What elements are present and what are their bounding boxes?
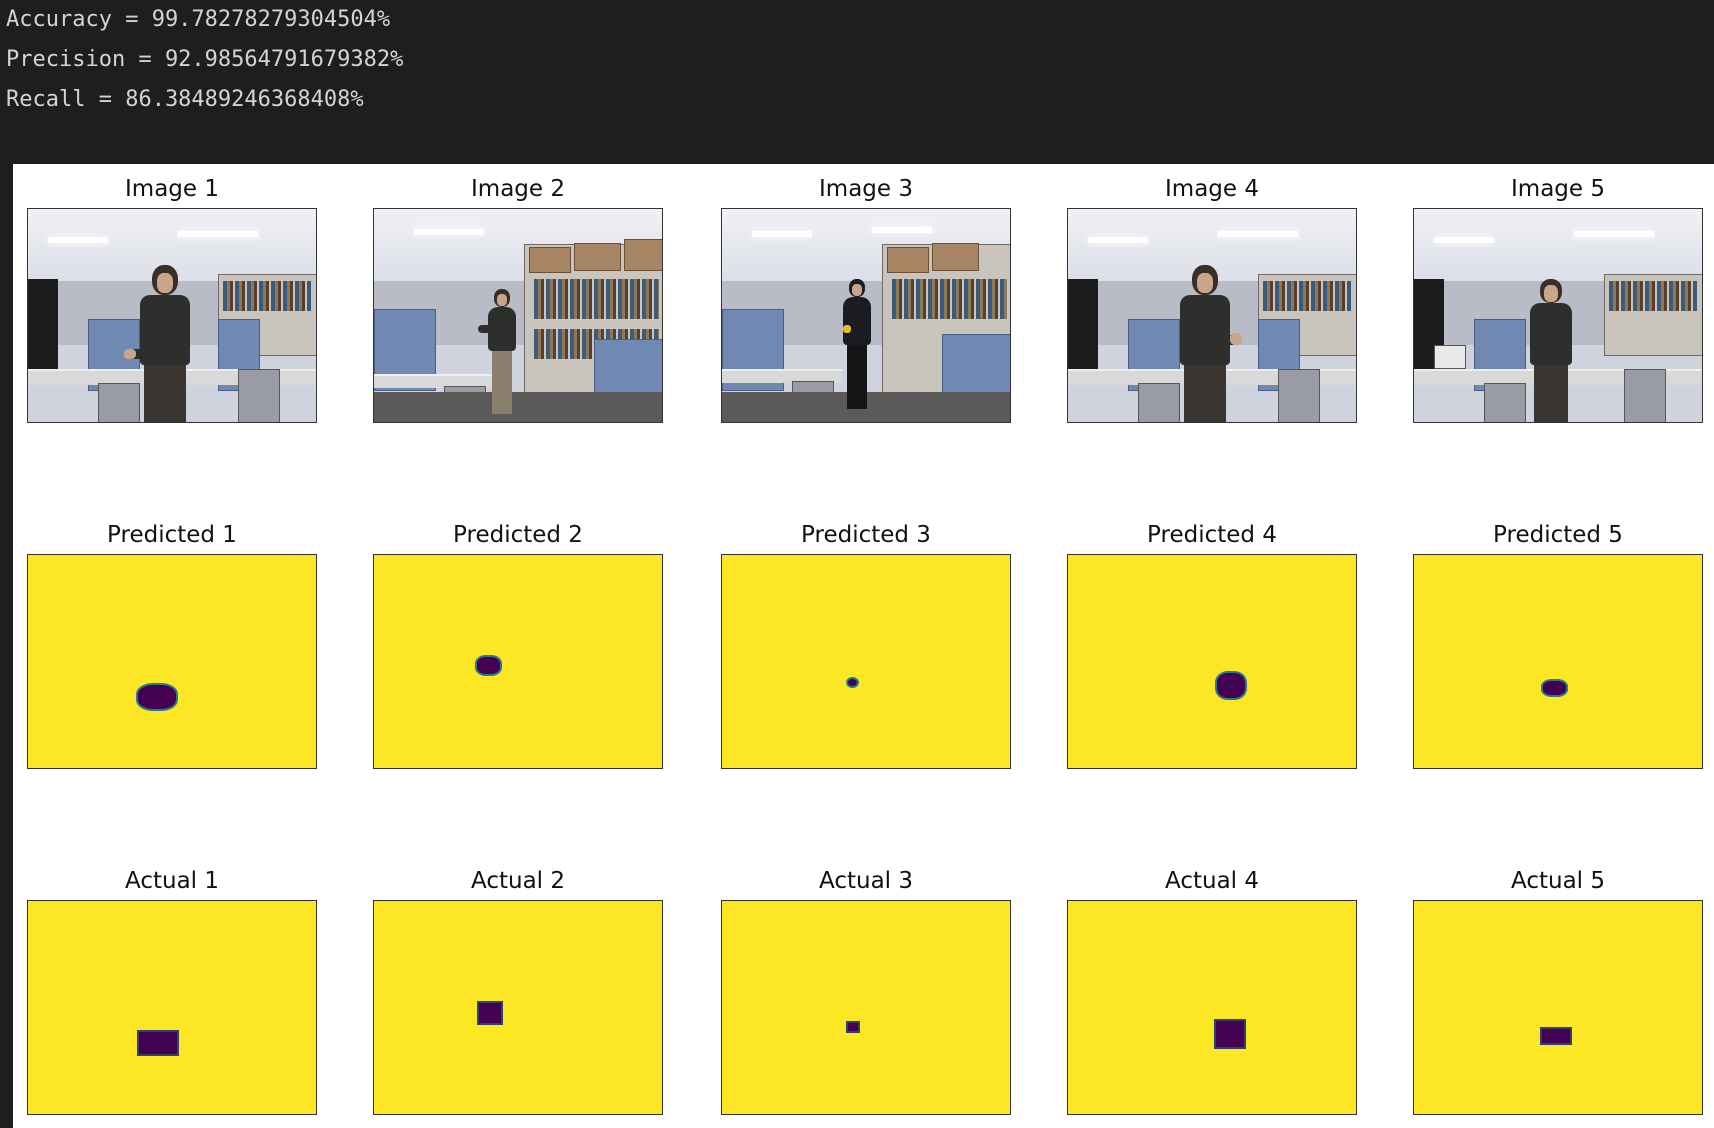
input-image-1	[27, 208, 317, 423]
predicted-hand-region-3	[846, 677, 859, 688]
image-title-5: Image 5	[1511, 176, 1605, 202]
notebook-output: Accuracy = 99.78278279304504% Precision …	[0, 0, 1714, 1128]
recall-text: Recall = 86.38489246368408%	[6, 87, 364, 112]
actual-mask-3	[721, 900, 1011, 1115]
actual-title-2: Actual 2	[471, 868, 565, 894]
actual-hand-region-4	[1214, 1019, 1246, 1049]
input-image-5	[1413, 208, 1703, 423]
image-title-4: Image 4	[1165, 176, 1259, 202]
actual-hand-region-3	[846, 1021, 860, 1033]
actual-mask-4	[1067, 900, 1357, 1115]
predicted-hand-region-5	[1541, 679, 1568, 697]
actual-hand-region-1	[137, 1030, 179, 1056]
predicted-hand-region-2	[475, 655, 502, 676]
predicted-title-1: Predicted 1	[107, 522, 237, 548]
actual-mask-1	[27, 900, 317, 1115]
actual-mask-5	[1413, 900, 1703, 1115]
actual-mask-2	[373, 900, 663, 1115]
predicted-mask-2	[373, 554, 663, 769]
image-title-1: Image 1	[125, 176, 219, 202]
actual-title-3: Actual 3	[819, 868, 913, 894]
predicted-mask-3	[721, 554, 1011, 769]
actual-title-5: Actual 5	[1511, 868, 1605, 894]
predicted-mask-4	[1067, 554, 1357, 769]
results-figure: Image 1 Image 2 Image 3 Image 4 Image 5	[13, 164, 1714, 1128]
actual-title-4: Actual 4	[1165, 868, 1259, 894]
predicted-title-5: Predicted 5	[1493, 522, 1623, 548]
input-image-3	[721, 208, 1011, 423]
actual-title-1: Actual 1	[125, 868, 219, 894]
predicted-hand-region-4	[1215, 671, 1247, 700]
actual-hand-region-5	[1540, 1027, 1572, 1045]
predicted-mask-5	[1413, 554, 1703, 769]
predicted-mask-1	[27, 554, 317, 769]
image-title-3: Image 3	[819, 176, 913, 202]
predicted-title-4: Predicted 4	[1147, 522, 1277, 548]
accuracy-text: Accuracy = 99.78278279304504%	[6, 7, 391, 32]
predicted-title-2: Predicted 2	[453, 522, 583, 548]
actual-hand-region-2	[477, 1001, 503, 1025]
predicted-hand-region-1	[136, 683, 178, 711]
input-image-4	[1067, 208, 1357, 423]
input-image-2	[373, 208, 663, 423]
image-title-2: Image 2	[471, 176, 565, 202]
predicted-title-3: Predicted 3	[801, 522, 931, 548]
precision-text: Precision = 92.98564791679382%	[6, 47, 404, 72]
